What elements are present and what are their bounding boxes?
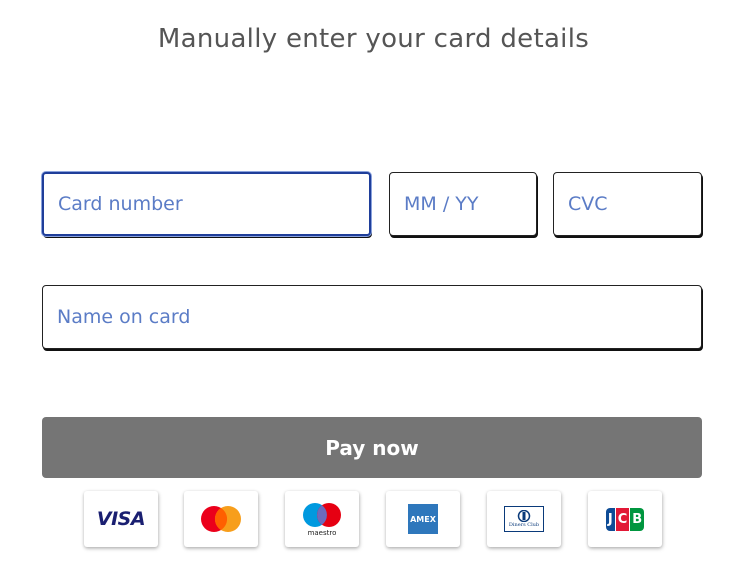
jcb-b: B xyxy=(630,507,645,531)
diners-club-logo: Diners Club xyxy=(504,506,544,532)
jcb-logo: J C B xyxy=(605,507,645,531)
cvc-input[interactable] xyxy=(554,173,701,235)
expiry-input[interactable] xyxy=(390,173,536,235)
card-number-input[interactable] xyxy=(44,174,369,234)
page-title: Manually enter your card details xyxy=(157,24,590,54)
visa-icon: VISA xyxy=(84,491,158,547)
expiry-field[interactable] xyxy=(389,172,537,236)
jcb-c: C xyxy=(615,507,630,531)
amex-icon: AMEX xyxy=(386,491,460,547)
cvc-field[interactable] xyxy=(553,172,702,236)
jcb-j: J xyxy=(605,507,615,531)
mastercard-logo xyxy=(201,506,241,532)
visa-logo-text: VISA xyxy=(96,508,146,530)
jcb-icon: J C B xyxy=(588,491,662,547)
maestro-logo xyxy=(303,502,341,527)
name-on-card-field[interactable] xyxy=(42,285,702,349)
accepted-cards: VISA maestro AMEX Diners Club J C B xyxy=(0,491,747,549)
name-on-card-input[interactable] xyxy=(43,286,701,348)
amex-logo: AMEX xyxy=(408,504,438,534)
card-number-field[interactable] xyxy=(42,172,371,236)
mastercard-icon xyxy=(184,491,258,547)
diners-club-mark xyxy=(517,510,531,522)
pay-now-button[interactable]: Pay now xyxy=(42,417,702,478)
amex-logo-text: AMEX xyxy=(410,514,436,524)
diners-club-icon: Diners Club xyxy=(487,491,561,547)
maestro-logo-text: maestro xyxy=(307,528,337,537)
diners-club-logo-text: Diners Club xyxy=(508,522,540,528)
maestro-icon: maestro xyxy=(285,491,359,547)
